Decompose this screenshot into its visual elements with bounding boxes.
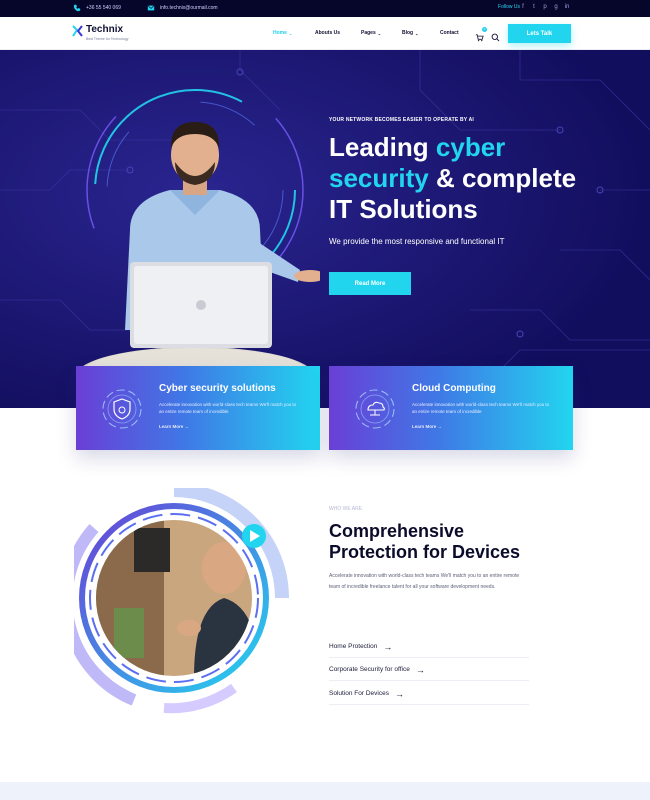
about-title-line: Protection for Devices	[329, 542, 521, 562]
hero-title-part: Leading	[329, 132, 436, 162]
service-card-cloud-computing[interactable]: Cloud Computing Accelerate innovation wi…	[329, 366, 573, 450]
cart-count-badge: 0	[482, 27, 487, 32]
follow-us-label: Follow Us	[498, 4, 520, 10]
nav-label: Pages	[361, 30, 376, 36]
arrow-right-icon: →	[394, 688, 404, 699]
hero-person-illustration	[77, 122, 320, 403]
card-title: Cyber security solutions	[159, 383, 276, 394]
nav-item-pages[interactable]: Pages ⌄	[361, 30, 381, 36]
hero-title: Leading cyber security & complete IT Sol…	[329, 132, 629, 225]
search-button[interactable]	[491, 29, 500, 42]
card-text: Accelerate innovation with world-class t…	[159, 402, 297, 414]
hero-eyebrow: YOUR NETWORK BECOMES EASIER TO OPERATE B…	[329, 117, 475, 123]
learn-more-link[interactable]: Learn More →	[159, 424, 189, 429]
top-bar: +36 55 540 069 info.technix@ourmail.com …	[0, 0, 650, 17]
search-icon	[491, 33, 500, 42]
lets-talk-button[interactable]: Lets Talk	[508, 24, 571, 43]
about-eyebrow: WHO WE ARE	[329, 506, 363, 512]
read-more-button[interactable]: Read More	[329, 272, 411, 295]
feature-link-solution-devices[interactable]: Solution For Devices →	[329, 683, 529, 705]
shield-lock-icon	[102, 389, 142, 429]
topbar-phone[interactable]: +36 55 540 069	[73, 4, 121, 12]
feature-link-corporate-security[interactable]: Corporate Security for office →	[329, 659, 529, 681]
nav-label: Abouts Us	[315, 30, 340, 36]
arrow-right-icon: →	[415, 664, 425, 675]
pinterest-icon[interactable]: p	[542, 4, 548, 10]
chevron-down-icon: ⌄	[415, 30, 419, 36]
hero-title-part: & complete	[428, 163, 577, 193]
topbar-email[interactable]: info.technix@ourmail.com	[147, 4, 218, 12]
nav-item-blog[interactable]: Blog ⌄	[402, 30, 418, 36]
about-title-line: Comprehensive	[329, 521, 465, 541]
nav-item-about[interactable]: Abouts Us	[315, 30, 340, 36]
learn-more-link[interactable]: Learn More →	[412, 424, 442, 429]
about-title: Comprehensive Protection for Devices	[329, 521, 569, 563]
hero-title-part: IT Solutions	[329, 194, 478, 224]
next-section-strip	[0, 782, 650, 800]
chevron-down-icon: ⌄	[377, 30, 382, 36]
feature-label: Corporate Security for office	[329, 666, 410, 673]
phone-icon	[73, 4, 81, 12]
about-description: Accelerate innovation with world-class t…	[329, 573, 520, 590]
card-text: Accelerate innovation with world-class t…	[412, 402, 550, 414]
email-address: info.technix@ourmail.com	[160, 5, 218, 11]
hero-title-accent: security	[329, 163, 429, 193]
hero-title-accent: cyber	[435, 132, 506, 162]
feature-label: Home Protection	[329, 643, 378, 650]
phone-number: +36 55 540 069	[86, 5, 121, 11]
nav-label: Home	[273, 30, 287, 36]
facebook-icon[interactable]: f	[520, 4, 526, 10]
feature-label: Solution For Devices	[329, 690, 389, 697]
github-icon[interactable]: g	[553, 4, 559, 10]
chevron-down-icon: ⌄	[288, 30, 293, 36]
cart-icon	[475, 34, 484, 42]
twitter-icon[interactable]: t	[531, 4, 537, 10]
mail-icon	[147, 4, 155, 12]
hero-subtitle: We provide the most responsive and funct…	[329, 237, 505, 246]
about-circular-image	[74, 488, 289, 714]
arrow-right-icon: →	[383, 641, 393, 652]
play-video-button[interactable]	[242, 524, 266, 548]
feature-link-home-protection[interactable]: Home Protection →	[329, 636, 529, 658]
nav-label: Contact	[440, 30, 459, 36]
nav-label: Blog	[402, 30, 414, 36]
hero-section: YOUR NETWORK BECOMES EASIER TO OPERATE B…	[0, 50, 650, 408]
cart-button[interactable]: 0	[475, 27, 487, 42]
service-card-cyber-security[interactable]: Cyber security solutions Accelerate inno…	[76, 366, 320, 450]
social-links: f t p g in	[520, 4, 570, 10]
nav-item-contact[interactable]: Contact	[440, 30, 459, 36]
card-title: Cloud Computing	[412, 383, 496, 394]
cloud-network-icon	[355, 389, 395, 429]
linkedin-icon[interactable]: in	[564, 4, 570, 10]
nav-item-home[interactable]: Home ⌄	[273, 30, 292, 36]
